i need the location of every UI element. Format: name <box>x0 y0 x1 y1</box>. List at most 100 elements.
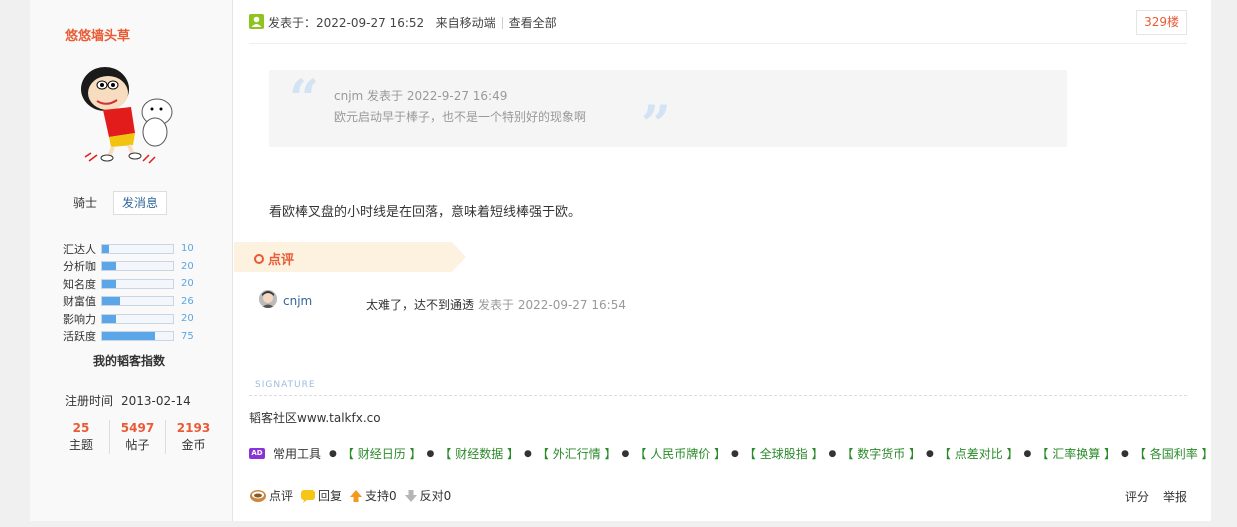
count-number: 2193 <box>176 421 211 435</box>
stat-value: 26 <box>181 295 194 307</box>
speech-bubble-icon <box>301 489 316 503</box>
meta-divider <box>501 17 503 29</box>
count-topics[interactable]: 25 主题 <box>53 420 109 454</box>
stat-label: 财富值 <box>63 295 96 309</box>
count-number: 25 <box>72 421 90 435</box>
bullet: ● <box>1121 448 1129 459</box>
comments-title-text: 点评 <box>268 253 295 268</box>
count-number: 5497 <box>120 421 155 435</box>
floor-number[interactable]: 329楼 <box>1136 10 1187 35</box>
count-label: 主题 <box>68 438 93 452</box>
post-message: 看欧棒叉盘的小时线是在回落，意味着短线棒强于欧。 <box>269 205 582 220</box>
author-username[interactable]: 悠悠墙头草 <box>65 25 130 44</box>
stat-row: 活跃度 75 <box>63 328 233 346</box>
tools-label: 常用工具 <box>273 447 322 461</box>
comment-item: cnjm 太难了，达不到通透 发表于 2022-09-27 16:54 <box>259 289 1191 313</box>
bullet: ● <box>828 448 837 459</box>
author-avatar[interactable] <box>75 57 185 167</box>
coffee-cup-icon <box>250 489 266 502</box>
stat-row: 知名度 20 <box>63 275 233 293</box>
rate-button[interactable]: 评分 <box>1125 488 1149 505</box>
tool-link-converter[interactable]: 【 汇率换算 】 <box>1036 445 1116 462</box>
reg-label: 注册时间 <box>65 394 114 408</box>
comment-time: 发表于 2022-09-27 16:54 <box>478 298 626 312</box>
post-container: 悠悠墙头草 骑士 发消息 汇达人 10 分析咖 20 知名度 20 财富值 26… <box>30 0 1214 521</box>
user-online-icon <box>249 14 264 29</box>
ad-badge-icon: AD <box>249 448 265 459</box>
oppose-button-label: 反对0 <box>419 489 452 503</box>
tool-link-data[interactable]: 【 财经数据 】 <box>439 445 519 462</box>
comment-body: 太难了，达不到通透 <box>366 298 475 312</box>
stat-fill <box>102 314 117 323</box>
count-coins[interactable]: 2193 金币 <box>165 420 221 454</box>
author-counts: 25 主题 5497 帖子 2193 金币 <box>53 420 223 454</box>
signature-text: 韬客社区www.talkfx.co <box>249 411 381 425</box>
registration-info: 注册时间 2013-02-14 <box>65 392 191 409</box>
support-button-label: 支持0 <box>365 489 397 503</box>
tool-link-interest-rates[interactable]: 【 各国利率 】 <box>1134 445 1214 462</box>
tool-link-calendar[interactable]: 【 财经日历 】 <box>342 445 422 462</box>
post-meta: 发表于：2022-09-27 16:52 来自移动端 查看全部 <box>268 14 557 31</box>
report-button[interactable]: 举报 <box>1163 488 1187 505</box>
stat-bar <box>101 243 174 254</box>
up-arrow-icon <box>350 489 363 502</box>
common-tools-bar: AD 常用工具 ● 【 财经日历 】 ● 【 财经数据 】 ● 【 外汇行情 】… <box>249 445 1214 462</box>
quote-header: cnjm 发表于 2022-9-27 16:49 <box>334 89 508 103</box>
tool-link-crypto[interactable]: 【 数字货币 】 <box>841 445 921 462</box>
stat-label: 影响力 <box>63 312 96 326</box>
stat-fill <box>102 262 117 271</box>
reply-button-label: 回复 <box>318 489 343 503</box>
comment-text: 太难了，达不到通透 发表于 2022-09-27 16:54 <box>366 296 626 313</box>
tool-link-fx-quotes[interactable]: 【 外汇行情 】 <box>537 445 617 462</box>
stat-value: 20 <box>181 278 194 290</box>
bullet: ● <box>426 448 435 459</box>
author-sidebar: 悠悠墙头草 骑士 发消息 汇达人 10 分析咖 20 知名度 20 财富值 26… <box>30 0 233 521</box>
post-time: 发表于：2022-09-27 16:52 <box>268 16 425 30</box>
tool-link-global-indices[interactable]: 【 全球股指 】 <box>744 445 824 462</box>
comment-avatar[interactable] <box>259 290 277 308</box>
stat-bar <box>101 331 174 342</box>
tool-link-rmb-rates[interactable]: 【 人民币牌价 】 <box>634 445 726 462</box>
signature-label: SIGNATURE <box>255 380 316 390</box>
count-posts[interactable]: 5497 帖子 <box>109 420 165 454</box>
view-all-link[interactable]: 查看全部 <box>509 16 557 30</box>
post-header: 发表于：2022-09-27 16:52 来自移动端 查看全部 329楼 <box>249 10 1187 44</box>
stat-fill <box>102 244 110 253</box>
reg-date: 2013-02-14 <box>121 394 191 408</box>
tool-link-spread[interactable]: 【 点差对比 】 <box>939 445 1019 462</box>
stat-bar <box>101 296 174 307</box>
bullet: ● <box>1023 448 1032 459</box>
oppose-button[interactable]: 反对0 <box>404 487 452 504</box>
comments-header: 点评 <box>234 242 466 272</box>
stat-row: 财富值 26 <box>63 293 233 311</box>
stat-bar <box>101 261 174 272</box>
stat-value: 75 <box>181 330 194 342</box>
comment-button[interactable]: 点评 <box>249 487 293 504</box>
stat-value: 20 <box>181 260 194 272</box>
stat-row: 分析咖 20 <box>63 258 233 276</box>
stat-value: 10 <box>181 243 194 255</box>
stat-fill <box>102 279 117 288</box>
post-actions: 点评 回复 支持0 反对0 <box>249 487 458 504</box>
stat-value: 20 <box>181 313 194 325</box>
bullet: ● <box>329 448 337 459</box>
comments-title: 点评 <box>254 249 294 268</box>
bullet: ● <box>731 448 739 459</box>
post-source: 来自移动端 <box>435 16 496 30</box>
author-rank: 骑士 <box>73 196 98 210</box>
comment-username[interactable]: cnjm <box>283 294 312 308</box>
stat-bar <box>101 278 174 289</box>
post-main: 发表于：2022-09-27 16:52 来自移动端 查看全部 329楼 “ cn… <box>234 0 1214 521</box>
bullet: ● <box>524 448 532 459</box>
send-message-button[interactable]: 发消息 <box>113 191 167 215</box>
quote-close-icon: ” <box>641 95 671 156</box>
reply-button[interactable]: 回复 <box>300 487 342 504</box>
support-button[interactable]: 支持0 <box>349 487 397 504</box>
stat-fill <box>102 332 156 341</box>
post-secondary-actions: 评分 举报 <box>1111 488 1187 505</box>
comment-button-label: 点评 <box>269 489 294 503</box>
circle-icon <box>254 253 264 264</box>
stat-label: 分析咖 <box>63 260 96 274</box>
stat-row: 影响力 20 <box>63 310 233 328</box>
count-label: 金币 <box>181 438 206 452</box>
